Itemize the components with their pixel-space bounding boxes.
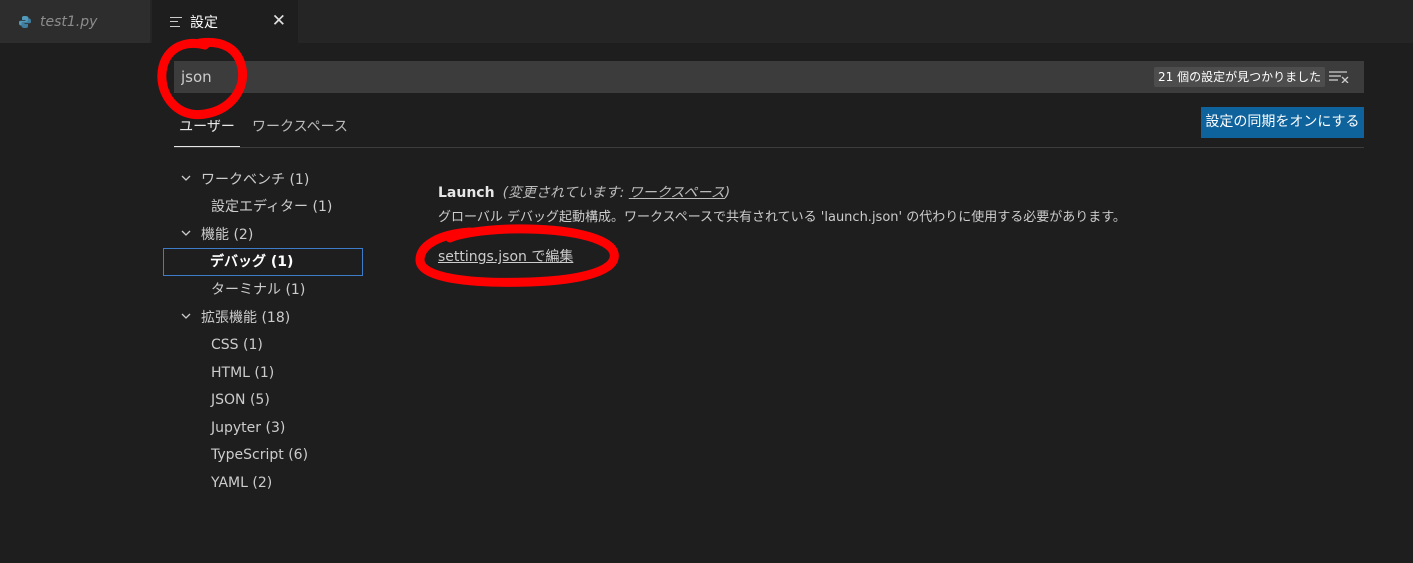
turn-on-settings-sync-button[interactable]: 設定の同期をオンにする (1201, 107, 1364, 138)
setting-modified-indicator: (変更されています: ワークスペース) (503, 185, 731, 201)
toc-item-html[interactable]: HTML (1) (211, 360, 274, 386)
toc-item-extensions[interactable]: 拡張機能 (18) (181, 305, 290, 331)
toc-count: (6) (288, 447, 309, 463)
toc-label: CSS (211, 337, 239, 353)
search-input[interactable] (174, 61, 1148, 93)
toc-item-json[interactable]: JSON (5) (211, 387, 270, 413)
tab-label-settings: 設定 (190, 14, 218, 31)
toc-label: TypeScript (211, 447, 284, 463)
toc-label: JSON (211, 392, 246, 408)
toc-label: HTML (211, 365, 250, 381)
settings-editor-icon (170, 16, 182, 27)
tab-test1-py[interactable]: test1.py (0, 0, 150, 43)
toc-item-css[interactable]: CSS (1) (211, 332, 263, 358)
editor-tab-bar: test1.py 設定 ✕ (0, 0, 1413, 43)
chevron-down-icon (181, 230, 191, 236)
toc-item-terminal[interactable]: ターミナル (1) (211, 277, 305, 303)
modified-workspace-link[interactable]: ワークスペース (629, 185, 725, 201)
toc-count: (1) (254, 365, 275, 381)
toc-count: (1) (243, 337, 263, 353)
setting-description: グローバル デバッグ起動構成。ワークスペースで共有されている 'launch.j… (438, 210, 1126, 225)
settings-scope-tabs: ユーザー ワークスペース (174, 106, 1364, 148)
toc-label: 機能 (201, 227, 229, 243)
edit-in-settings-json-link[interactable]: settings.json で編集 (438, 246, 573, 266)
toc-count: (2) (233, 227, 254, 243)
toc-count: (1) (289, 172, 310, 188)
toc-count: (3) (265, 420, 286, 436)
settings-search-box: 21 個の設定が見つかりました (174, 61, 1364, 93)
tab-workspace[interactable]: ワークスペース (252, 106, 348, 146)
toc-item-debug[interactable]: デバッグ (1) (163, 248, 363, 276)
toc-label: ワークベンチ (201, 172, 285, 188)
toc-count: (2) (252, 475, 273, 491)
search-result-count: 21 個の設定が見つかりました (1154, 67, 1326, 87)
clear-filter-icon[interactable] (1329, 71, 1349, 83)
setting-name: Launch (438, 185, 495, 201)
setting-title: Launch (変更されています: ワークスペース) (438, 182, 730, 202)
close-icon[interactable]: ✕ (272, 11, 286, 31)
toc-label: デバッグ (210, 254, 266, 270)
toc-item-yaml[interactable]: YAML (2) (211, 470, 272, 496)
toc-item-settings-editor[interactable]: 設定エディター (1) (211, 194, 332, 220)
toc-label: 拡張機能 (201, 310, 257, 326)
toc-count: (1) (270, 254, 294, 270)
toc-count: (1) (312, 199, 333, 215)
python-icon (19, 15, 31, 28)
toc-item-workbench[interactable]: ワークベンチ (1) (181, 167, 309, 193)
toc-count: (1) (285, 282, 306, 298)
modified-prefix: (変更されています: (502, 185, 625, 201)
toc-item-features[interactable]: 機能 (2) (181, 222, 253, 248)
tab-settings[interactable]: 設定 ✕ (152, 0, 298, 43)
chevron-down-icon (181, 313, 191, 319)
toc-label: ターミナル (211, 282, 281, 298)
toc-label: YAML (211, 475, 248, 491)
tab-user[interactable]: ユーザー (174, 106, 240, 147)
toc-item-jupyter[interactable]: Jupyter (3) (211, 415, 285, 441)
toc-item-typescript[interactable]: TypeScript (6) (211, 442, 308, 468)
toc-count: (5) (249, 392, 270, 408)
tab-label-test1-py: test1.py (40, 13, 98, 30)
chevron-down-icon (181, 175, 191, 181)
modified-suffix: ) (724, 185, 731, 201)
toc-label: 設定エディター (211, 199, 309, 215)
toc-count: (18) (261, 310, 291, 326)
toc-label: Jupyter (211, 420, 262, 436)
